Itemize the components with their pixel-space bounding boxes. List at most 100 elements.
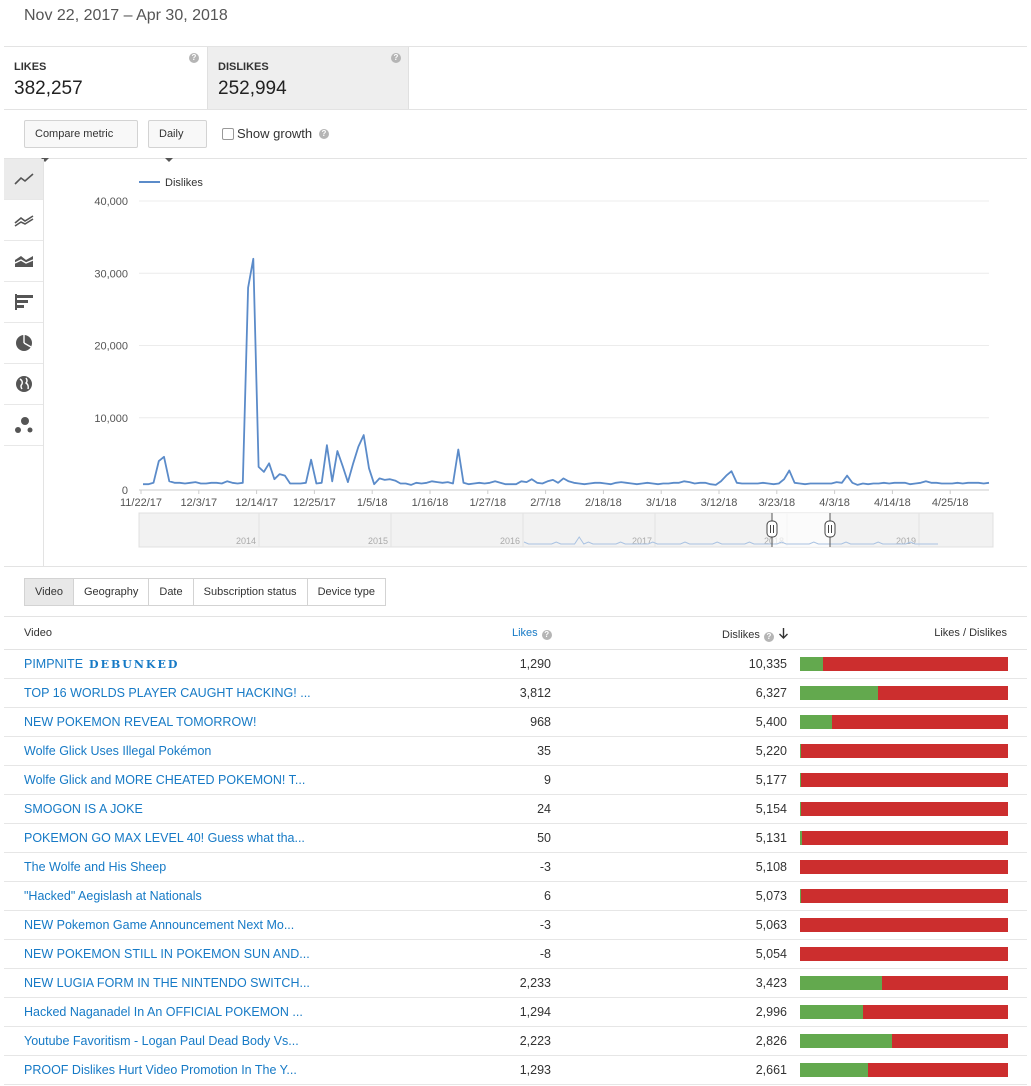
dislikes-value: 5,154 [755, 802, 787, 816]
likes-fill [800, 976, 883, 990]
video-title-link[interactable]: "Hacked" Aegislash at Nationals [24, 889, 202, 903]
video-title-link[interactable]: NEW POKEMON STILL IN POKEMON SUN AND... [24, 947, 310, 961]
table-row[interactable]: POKEMON GO MAX LEVEL 40! Guess what tha.… [4, 824, 1027, 853]
like-dislike-ratio-bar [800, 831, 1008, 845]
column-header-dislikes-label: Dislikes [722, 629, 760, 641]
video-title-link[interactable]: SMOGON IS A JOKE [24, 802, 143, 816]
dislikes-value: 2,661 [755, 1063, 787, 1077]
compare-metric-label: Compare metric [35, 128, 114, 140]
compare-metric-dropdown[interactable]: Compare metric [24, 120, 138, 163]
likes-value: 1,293 [519, 1063, 551, 1077]
navigator-handle[interactable] [824, 520, 836, 538]
x-tick-label: 2/18/18 [585, 497, 622, 509]
video-title-text: PROOF Dislikes Hurt Video Promotion In T… [24, 1063, 297, 1077]
likes-value: 35 [537, 744, 551, 758]
interval-dropdown[interactable]: Daily [148, 120, 207, 163]
show-growth-checkbox[interactable] [222, 128, 234, 140]
help-icon[interactable]: ? [391, 53, 401, 63]
video-title-text: Wolfe Glick Uses Illegal Pokémon [24, 744, 212, 758]
table-row[interactable]: NEW LUGIA FORM IN THE NINTENDO SWITCH...… [4, 969, 1027, 998]
like-dislike-ratio-bar [800, 1063, 1008, 1077]
tab-subscription-status[interactable]: Subscription status [192, 578, 308, 606]
dislikes-value: 5,220 [755, 744, 787, 758]
dislikes-value: 5,400 [755, 715, 787, 729]
table-row[interactable]: SMOGON IS A JOKE 24 5,154 [4, 795, 1027, 824]
dislikes-value: 5,177 [755, 773, 787, 787]
table-row[interactable]: "Hacked" Aegislash at Nationals 6 5,073 [4, 882, 1027, 911]
likes-fill [800, 715, 832, 729]
metric-card-dislikes[interactable]: DISLIKES 252,994 ? [207, 47, 409, 109]
video-title-link[interactable]: Wolfe Glick Uses Illegal Pokémon [24, 744, 211, 758]
x-tick-label: 11/22/17 [120, 497, 162, 509]
metric-value: 252,994 [218, 78, 287, 99]
help-icon[interactable]: ? [763, 632, 774, 642]
help-icon[interactable]: ? [541, 630, 552, 640]
video-title-link[interactable]: TOP 16 WORLDS PLAYER CAUGHT HACKING! ... [24, 686, 311, 700]
video-title-text: TOP 16 WORLDS PLAYER CAUGHT HACKING! ... [24, 686, 311, 700]
table-row[interactable]: Hacked Naganadel In An OFFICIAL POKEMON … [4, 998, 1027, 1027]
y-tick-label: 30,000 [94, 268, 128, 280]
tab-date[interactable]: Date [148, 578, 194, 606]
video-title-link[interactable]: NEW POKEMON REVEAL TOMORROW! [24, 715, 256, 729]
video-title-link[interactable]: The Wolfe and His Sheep [24, 860, 166, 874]
tab-video[interactable]: Video [24, 578, 74, 606]
column-header-video[interactable]: Video [24, 627, 52, 639]
like-dislike-ratio-bar [800, 773, 1008, 787]
likes-fill [800, 744, 802, 758]
video-title-link[interactable]: Hacked Naganadel In An OFFICIAL POKEMON … [24, 1005, 303, 1019]
video-title-link[interactable]: Wolfe Glick and MORE CHEATED POKEMON! T.… [24, 773, 305, 787]
video-title-link[interactable]: POKEMON GO MAX LEVEL 40! Guess what tha.… [24, 831, 305, 845]
table-row[interactable]: Youtube Favoritism - Logan Paul Dead Bod… [4, 1027, 1027, 1056]
table-row[interactable]: NEW POKEMON REVEAL TOMORROW! 968 5,400 [4, 708, 1027, 737]
navigator-year-label: 2016 [500, 536, 520, 546]
help-icon[interactable]: ? [189, 53, 199, 63]
show-growth-label[interactable]: Show growth [237, 126, 312, 141]
date-range[interactable]: Nov 22, 2017 – Apr 30, 2018 [24, 7, 228, 25]
tab-geography[interactable]: Geography [72, 578, 150, 606]
navigator-handle[interactable] [766, 520, 778, 538]
x-tick-label: 1/16/18 [412, 497, 449, 509]
table-row[interactable]: PROOF Dislikes Hurt Video Promotion In T… [4, 1056, 1027, 1085]
table-row[interactable]: Wolfe Glick and MORE CHEATED POKEMON! T.… [4, 766, 1027, 795]
tab-device-type[interactable]: Device type [306, 578, 387, 606]
sort-descending-icon [778, 628, 788, 639]
dislikes-value: 6,327 [755, 686, 787, 700]
video-title-link[interactable]: Youtube Favoritism - Logan Paul Dead Bod… [24, 1034, 299, 1048]
interval-label: Daily [159, 128, 184, 140]
likes-fill [800, 802, 802, 816]
column-header-likes[interactable]: Likes? [512, 627, 552, 640]
chart-area: 40,000 30,000 20,000 10,000 0 11/22/17 12/3/17… [4, 159, 1027, 567]
like-dislike-ratio-bar [800, 976, 1008, 990]
table-row[interactable]: PIMPNITE DEBUNKED 1,290 10,335 [4, 650, 1027, 679]
x-tick-label: 4/14/18 [874, 497, 911, 509]
likes-value: 1,290 [519, 657, 551, 671]
table-row[interactable]: NEW POKEMON STILL IN POKEMON SUN AND... -… [4, 940, 1027, 969]
dislikes-value: 2,996 [755, 1005, 787, 1019]
help-icon[interactable]: ? [319, 129, 329, 139]
metric-value: 382,257 [14, 78, 83, 99]
x-tick-label: 3/12/18 [701, 497, 738, 509]
column-header-dislikes[interactable]: Dislikes? [722, 627, 788, 642]
video-title-link[interactable]: NEW LUGIA FORM IN THE NINTENDO SWITCH... [24, 976, 310, 990]
x-tick-label: 12/3/17 [180, 497, 217, 509]
dislikes-value: 5,063 [755, 918, 787, 932]
metric-card-likes[interactable]: LIKES 382,257 ? [4, 47, 206, 109]
video-title-link[interactable]: NEW Pokemon Game Announcement Next Mo... [24, 918, 294, 932]
x-tick-label: 3/23/18 [758, 497, 795, 509]
video-title-link[interactable]: PROOF Dislikes Hurt Video Promotion In T… [24, 1063, 297, 1077]
likes-fill [800, 686, 879, 700]
likes-value: -8 [539, 947, 551, 961]
table-row[interactable]: NEW Pokemon Game Announcement Next Mo...… [4, 911, 1027, 940]
table-row[interactable]: TOP 16 WORLDS PLAYER CAUGHT HACKING! ...… [4, 679, 1027, 708]
like-dislike-ratio-bar [800, 1034, 1008, 1048]
line-chart[interactable]: 40,000 30,000 20,000 10,000 011/22/17 12/3/17… [4, 159, 1027, 566]
metric-label: DISLIKES [218, 61, 269, 73]
dislikes-value: 2,826 [755, 1034, 787, 1048]
table-row[interactable]: Wolfe Glick Uses Illegal Pokémon 35 5,220 [4, 737, 1027, 766]
video-title-link[interactable]: PIMPNITE DEBUNKED [24, 657, 179, 671]
table-row[interactable]: The Wolfe and His Sheep -3 5,108 [4, 853, 1027, 882]
like-dislike-ratio-bar [800, 802, 1008, 816]
video-title-text: SMOGON IS A JOKE [24, 802, 143, 816]
column-header-likes-label: Likes [512, 627, 538, 639]
x-tick-label: 12/25/17 [293, 497, 336, 509]
